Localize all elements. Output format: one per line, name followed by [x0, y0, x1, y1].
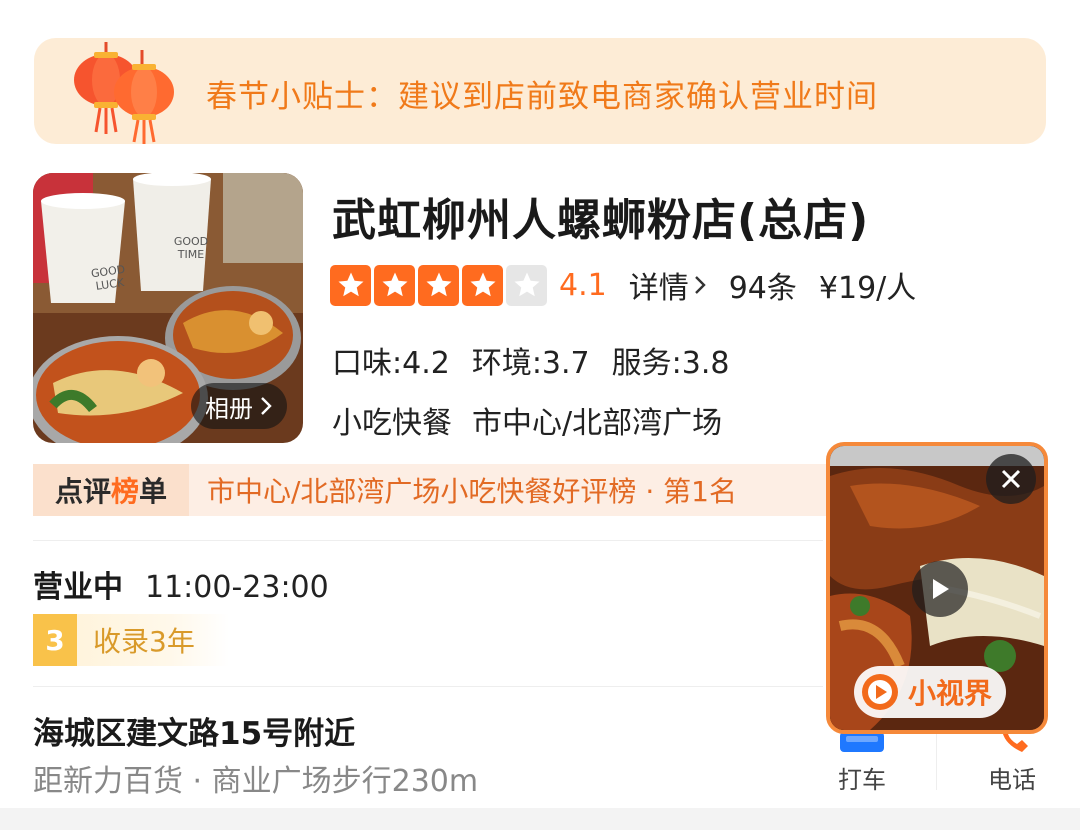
album-label: 相册: [205, 394, 253, 423]
ranking-tag-text: 榜: [110, 475, 139, 508]
service-score: 服务:3.8: [611, 346, 730, 381]
rating-row: 4.1 详情 94条 ¥19/人: [330, 264, 916, 306]
star-rating: [330, 264, 547, 306]
star-icon: [462, 264, 503, 306]
taxi-button[interactable]: 打车: [822, 728, 902, 795]
years-number: 3: [33, 614, 77, 666]
chevron-right-icon: [261, 397, 272, 415]
shop-category: 小吃快餐: [332, 406, 452, 441]
video-brand-tag: 小视界: [854, 666, 1007, 718]
holiday-tip-text: 春节小贴士：建议到店前致电商家确认营业时间: [206, 79, 878, 115]
shop-area: 市中心/北部湾广场: [472, 406, 723, 441]
close-video-button[interactable]: [986, 454, 1036, 504]
ranking-tag-text: 单: [139, 475, 168, 508]
listed-years-badge: 3 收录3年: [33, 614, 229, 666]
ranking-tag: 点评榜单: [33, 464, 189, 516]
star-icon: [506, 264, 547, 306]
call-button[interactable]: 电话: [972, 728, 1052, 795]
divider: [33, 540, 823, 541]
taste-score: 口味:4.2: [332, 346, 450, 381]
call-label: 电话: [988, 766, 1036, 794]
ranking-banner[interactable]: 点评榜单 市中心/北部湾广场小吃快餐好评榜 · 第1名: [33, 464, 829, 516]
rating-score: 4.1: [559, 267, 607, 303]
play-icon: [933, 579, 949, 599]
bottom-separator: [0, 808, 1080, 830]
years-text: 收录3年: [93, 625, 195, 658]
ranking-tag-text: 点评: [54, 475, 111, 508]
open-hours: 11:00-23:00: [145, 570, 329, 605]
floating-video-player[interactable]: 小视界: [826, 442, 1048, 734]
category-row: 小吃快餐 市中心/北部湾广场: [332, 398, 722, 442]
shop-photo[interactable]: GOOD LUCK GOOD TIME 相册: [33, 173, 303, 443]
environment-score: 环境:3.7: [471, 346, 590, 381]
cup-print: GOOD TIME: [173, 235, 209, 261]
taxi-label: 打车: [838, 766, 886, 794]
close-icon: [1001, 469, 1021, 489]
shop-address[interactable]: 海城区建文路15号附近: [33, 708, 355, 753]
star-icon: [330, 264, 371, 306]
divider: [33, 686, 823, 687]
lantern-icon: [74, 42, 174, 144]
star-icon: [418, 264, 459, 306]
detail-label: 详情: [628, 271, 689, 306]
star-icon: [374, 264, 415, 306]
address-distance: 距新力百货 · 商业广场步行230m: [33, 764, 479, 799]
video-brand-label: 小视界: [908, 677, 993, 710]
album-button[interactable]: 相册: [191, 383, 287, 429]
rating-detail-link[interactable]: 详情: [629, 263, 707, 307]
divider: [936, 730, 937, 790]
average-price: ¥19/人: [818, 271, 917, 306]
shop-name: 武虹柳州人螺蛳粉店(总店): [332, 195, 870, 246]
play-button[interactable]: [912, 561, 968, 617]
sub-scores: 口味:4.2 环境:3.7 服务:3.8: [332, 338, 729, 382]
play-circle-icon: [862, 674, 898, 710]
ranking-text: 市中心/北部湾广场小吃快餐好评榜 · 第1名: [207, 475, 737, 508]
review-count[interactable]: 94条: [729, 263, 797, 307]
business-hours[interactable]: 营业中 11:00-23:00: [33, 562, 329, 606]
chevron-right-icon: [694, 276, 706, 294]
open-status: 营业中: [33, 570, 123, 605]
